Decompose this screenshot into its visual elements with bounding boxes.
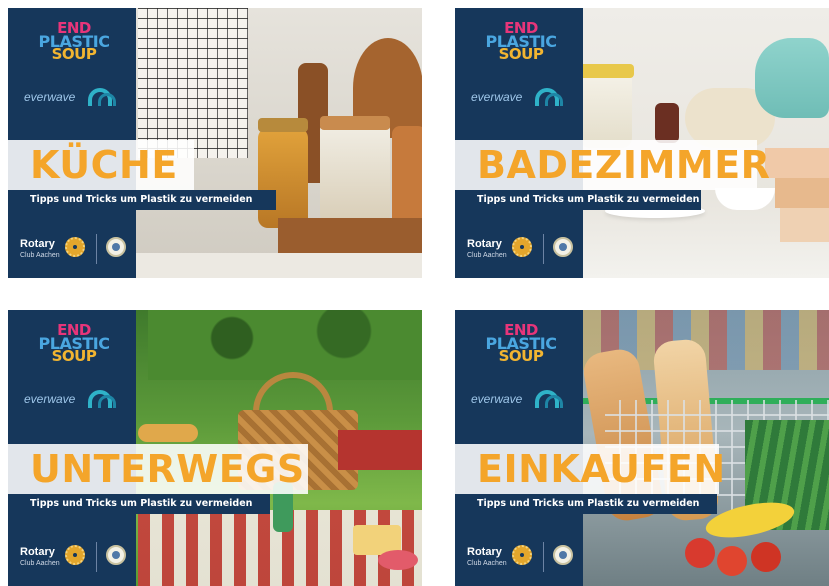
end-plastic-soup-logo: END PLASTIC SOUP: [485, 19, 557, 63]
everwave-logo: everwave: [24, 88, 124, 108]
logo-divider: [543, 234, 544, 264]
everwave-logo: everwave: [24, 390, 124, 410]
tagline-bar: Tipps und Tricks um Plastik zu vermeiden: [8, 494, 270, 514]
card-tagline: Tipps und Tricks um Plastik zu vermeiden: [30, 498, 253, 509]
rotary-logo: Rotary Club Aachen: [20, 234, 130, 268]
everwave-logo: everwave: [471, 390, 571, 410]
card-tagline: Tipps und Tricks um Plastik zu vermeiden: [477, 194, 700, 205]
end-plastic-soup-logo: END PLASTIC SOUP: [38, 19, 110, 63]
logo-divider: [96, 542, 97, 572]
rotary-wheel-icon: [512, 237, 532, 257]
logo-divider: [543, 542, 544, 572]
club-seal-icon: [106, 545, 126, 565]
logo-divider: [96, 234, 97, 264]
tagline-bar: Tipps und Tricks um Plastik zu vermeiden: [8, 190, 276, 210]
tagline-bar: Tipps und Tricks um Plastik zu vermeiden: [455, 190, 701, 210]
brochure-card-badezimmer[interactable]: END PLASTIC SOUP everwave Rotary Club Aa…: [455, 8, 829, 278]
tagline-bar: Tipps und Tricks um Plastik zu vermeiden: [455, 494, 717, 514]
rotary-wheel-icon: [65, 545, 85, 565]
wave-icon: [98, 93, 116, 106]
wave-icon: [98, 395, 116, 408]
title-band: EINKAUFEN: [455, 444, 725, 494]
card-tagline: Tipps und Tricks um Plastik zu vermeiden: [477, 498, 700, 509]
rotary-logo: Rotary Club Aachen: [467, 542, 577, 576]
title-band: UNTERWEGS: [8, 444, 308, 494]
wave-icon: [545, 93, 563, 106]
end-plastic-soup-logo: END PLASTIC SOUP: [38, 321, 110, 365]
rotary-wheel-icon: [65, 237, 85, 257]
brochure-card-einkaufen[interactable]: END PLASTIC SOUP everwave Rotary Club Aa…: [455, 310, 829, 586]
rotary-logo: Rotary Club Aachen: [467, 234, 577, 268]
club-seal-icon: [106, 237, 126, 257]
title-band: BADEZIMMER: [455, 140, 770, 190]
title-band: KÜCHE: [8, 140, 194, 190]
card-tagline: Tipps und Tricks um Plastik zu vermeiden: [30, 194, 253, 205]
rotary-logo: Rotary Club Aachen: [20, 542, 130, 576]
wave-icon: [545, 395, 563, 408]
end-plastic-soup-logo: END PLASTIC SOUP: [485, 321, 557, 365]
card-title: EINKAUFEN: [477, 447, 726, 491]
rotary-wheel-icon: [512, 545, 532, 565]
brochure-card-unterwegs[interactable]: END PLASTIC SOUP everwave Rotary Club Aa…: [8, 310, 422, 586]
brochure-card-kueche[interactable]: END PLASTIC SOUP everwave Rotary Club Aa…: [8, 8, 422, 278]
card-title: KÜCHE: [30, 143, 178, 187]
card-title: UNTERWEGS: [30, 447, 305, 491]
club-seal-icon: [553, 237, 573, 257]
everwave-logo: everwave: [471, 88, 571, 108]
club-seal-icon: [553, 545, 573, 565]
card-title: BADEZIMMER: [477, 143, 771, 187]
